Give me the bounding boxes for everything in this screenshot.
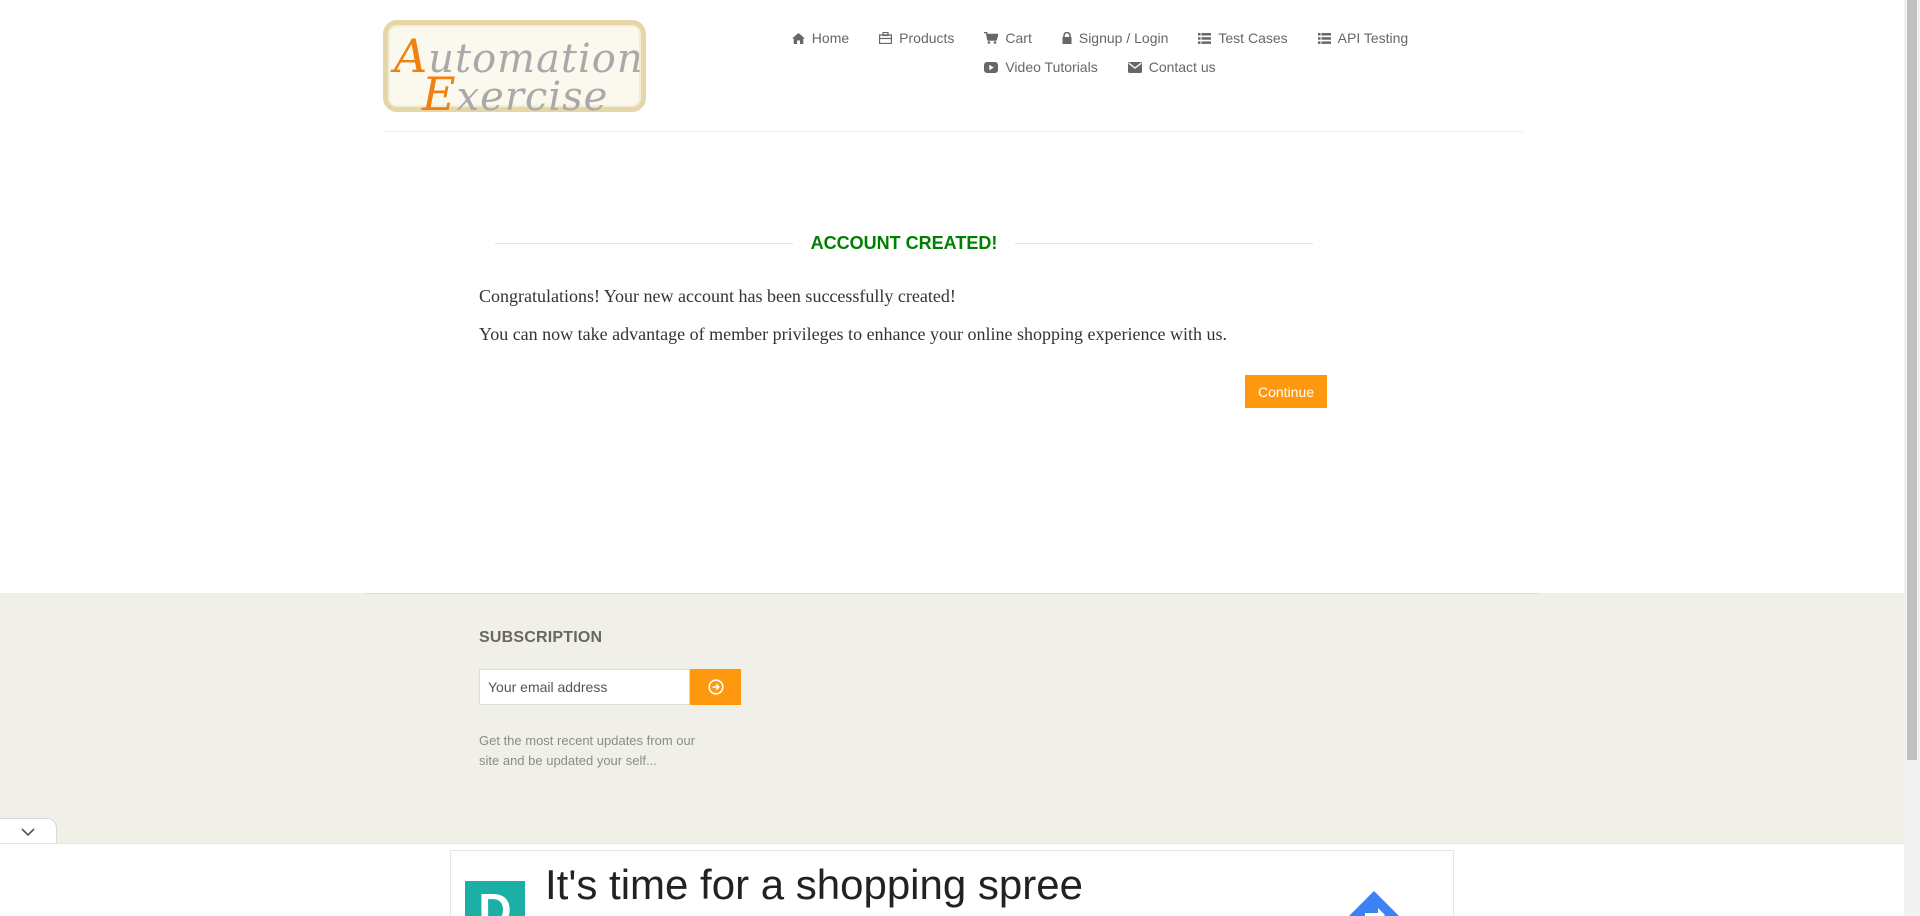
envelope-icon [1127, 61, 1142, 73]
header-divider [383, 131, 1523, 132]
ad-collapse-toggle[interactable] [0, 818, 57, 844]
continue-button[interactable]: Continue [1245, 375, 1327, 408]
subscription-email-input[interactable] [479, 669, 690, 705]
logo-line-2: Exercise [422, 67, 609, 121]
heading-rule-right [1015, 242, 1313, 244]
heading-rule-left [495, 242, 793, 244]
nav-home-label: Home [811, 30, 850, 46]
list-icon [1198, 32, 1212, 44]
account-created-heading: ACCOUNT CREATED! [495, 232, 1313, 254]
nav-cart[interactable]: Cart [969, 28, 1046, 48]
ad-headline: It's time for a shopping spree [545, 861, 1083, 908]
directions-icon [1349, 891, 1399, 916]
subscribe-button[interactable] [690, 669, 741, 705]
list-icon [1317, 32, 1331, 44]
page-title: ACCOUNT CREATED! [810, 232, 998, 253]
nav-test-cases[interactable]: Test Cases [1183, 28, 1302, 48]
arrow-circle-right-icon [707, 679, 724, 695]
lock-icon [1062, 32, 1072, 44]
products-icon [879, 32, 893, 44]
home-icon [791, 32, 805, 44]
nav-cart-label: Cart [1005, 30, 1032, 46]
nav-api-testing-label: API Testing [1337, 30, 1409, 46]
congratulations-message: Congratulations! Your new account has be… [479, 286, 956, 306]
site-logo[interactable]: Automation Exercise [383, 20, 646, 121]
ad-brand-logo: D [465, 881, 525, 916]
nav-contact-us-label: Contact us [1148, 59, 1216, 75]
site-header: Automation Exercise Home Products Cart S… [0, 0, 1904, 133]
nav-signup-login[interactable]: Signup / Login [1047, 28, 1184, 48]
ad-banner: D It's time for a shopping spree [0, 843, 1904, 916]
nav-test-cases-label: Test Cases [1218, 30, 1288, 46]
nav-products[interactable]: Products [864, 28, 969, 48]
nav-row-1: Home Products Cart Signup / Login Test C… [770, 28, 1430, 48]
nav-signup-login-label: Signup / Login [1078, 30, 1169, 46]
page-scrollbar[interactable] [1904, 0, 1920, 916]
nav-row-2: Video Tutorials Contact us [770, 57, 1430, 77]
youtube-play-icon [984, 61, 999, 73]
nav-api-testing[interactable]: API Testing [1303, 28, 1424, 48]
footer-divider [365, 593, 1540, 594]
ad-content[interactable]: D It's time for a shopping spree [450, 850, 1454, 916]
privileges-message: You can now take advantage of member pri… [479, 324, 1227, 344]
nav-products-label: Products [899, 30, 955, 46]
nav-home[interactable]: Home [777, 28, 864, 48]
nav-video-tutorials-label: Video Tutorials [1005, 59, 1098, 75]
nav-video-tutorials[interactable]: Video Tutorials [969, 57, 1112, 77]
site-footer: SUBSCRIPTION Get the most recent updates… [0, 593, 1904, 843]
main-nav: Home Products Cart Signup / Login Test C… [770, 28, 1430, 77]
cart-icon [984, 32, 999, 44]
chevron-down-icon [21, 827, 35, 836]
nav-contact-us[interactable]: Contact us [1113, 57, 1231, 77]
subscription-description: Get the most recent updates from our sit… [479, 733, 696, 768]
subscription-title: SUBSCRIPTION [479, 629, 603, 646]
scrollbar-thumb[interactable] [1907, 0, 1917, 760]
